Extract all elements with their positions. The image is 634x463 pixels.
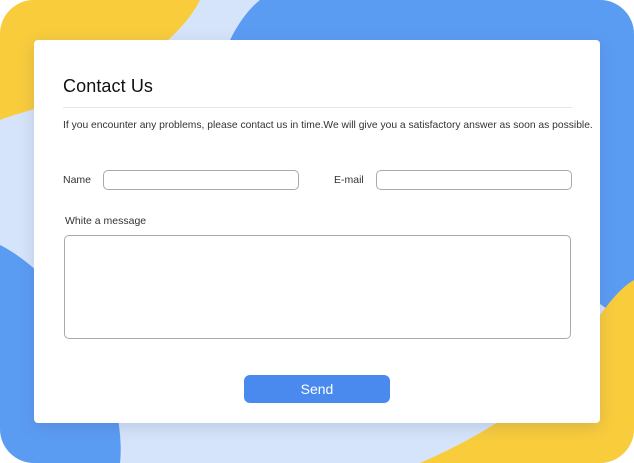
name-input[interactable] xyxy=(103,170,299,190)
page-title: Contact Us xyxy=(63,76,154,96)
page-background: Contact Us If you encounter any problems… xyxy=(0,0,634,463)
form-description: If you encounter any problems, please co… xyxy=(63,120,593,131)
send-button[interactable]: Send xyxy=(244,375,390,403)
message-textarea[interactable] xyxy=(64,235,571,339)
title-divider xyxy=(63,107,572,108)
contact-form-card: Contact Us If you encounter any problems… xyxy=(34,40,600,423)
name-label: Name xyxy=(63,174,92,186)
email-label: E-mail xyxy=(334,174,364,186)
email-input[interactable] xyxy=(376,170,572,190)
message-label: White a message xyxy=(65,215,147,227)
